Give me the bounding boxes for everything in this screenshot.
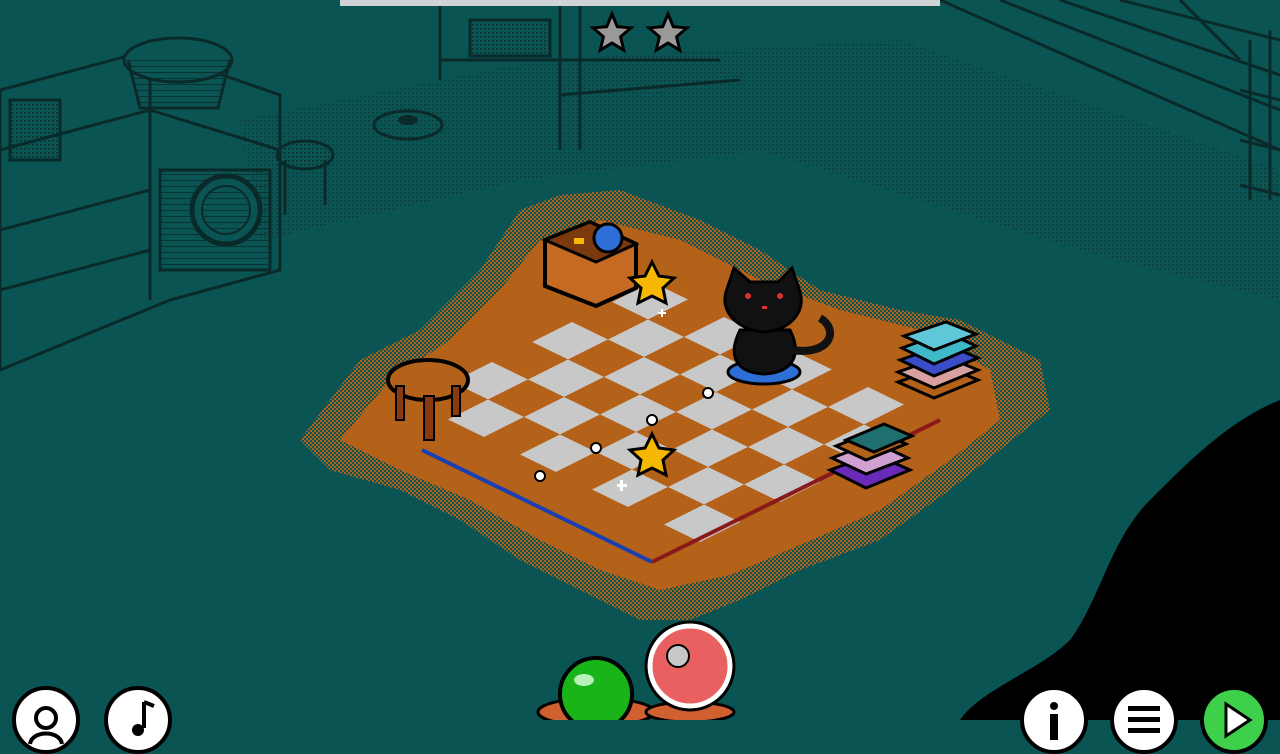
red-ball[interactable]	[644, 620, 736, 720]
green-ball[interactable]	[536, 656, 656, 720]
game-scene	[0, 0, 1280, 720]
counter-star-icon	[589, 10, 635, 54]
info-icon	[1050, 702, 1058, 740]
globe-icon	[592, 222, 624, 254]
music-icon	[132, 700, 155, 736]
counter-star-icon	[645, 10, 691, 54]
level-progress-bar	[340, 0, 940, 6]
menu-icon	[1128, 706, 1160, 733]
play-icon	[1224, 701, 1253, 739]
play-button[interactable]	[1200, 686, 1268, 754]
couch-silhouette	[960, 400, 1280, 720]
menu-button[interactable]	[1110, 686, 1178, 754]
laundry-basket	[122, 36, 234, 110]
music-button[interactable]	[104, 686, 172, 754]
toy-box[interactable]	[541, 219, 640, 309]
character-icon	[28, 706, 64, 745]
info-button[interactable]	[1020, 686, 1088, 754]
star-counter	[589, 10, 691, 54]
character-button[interactable]	[12, 686, 80, 754]
